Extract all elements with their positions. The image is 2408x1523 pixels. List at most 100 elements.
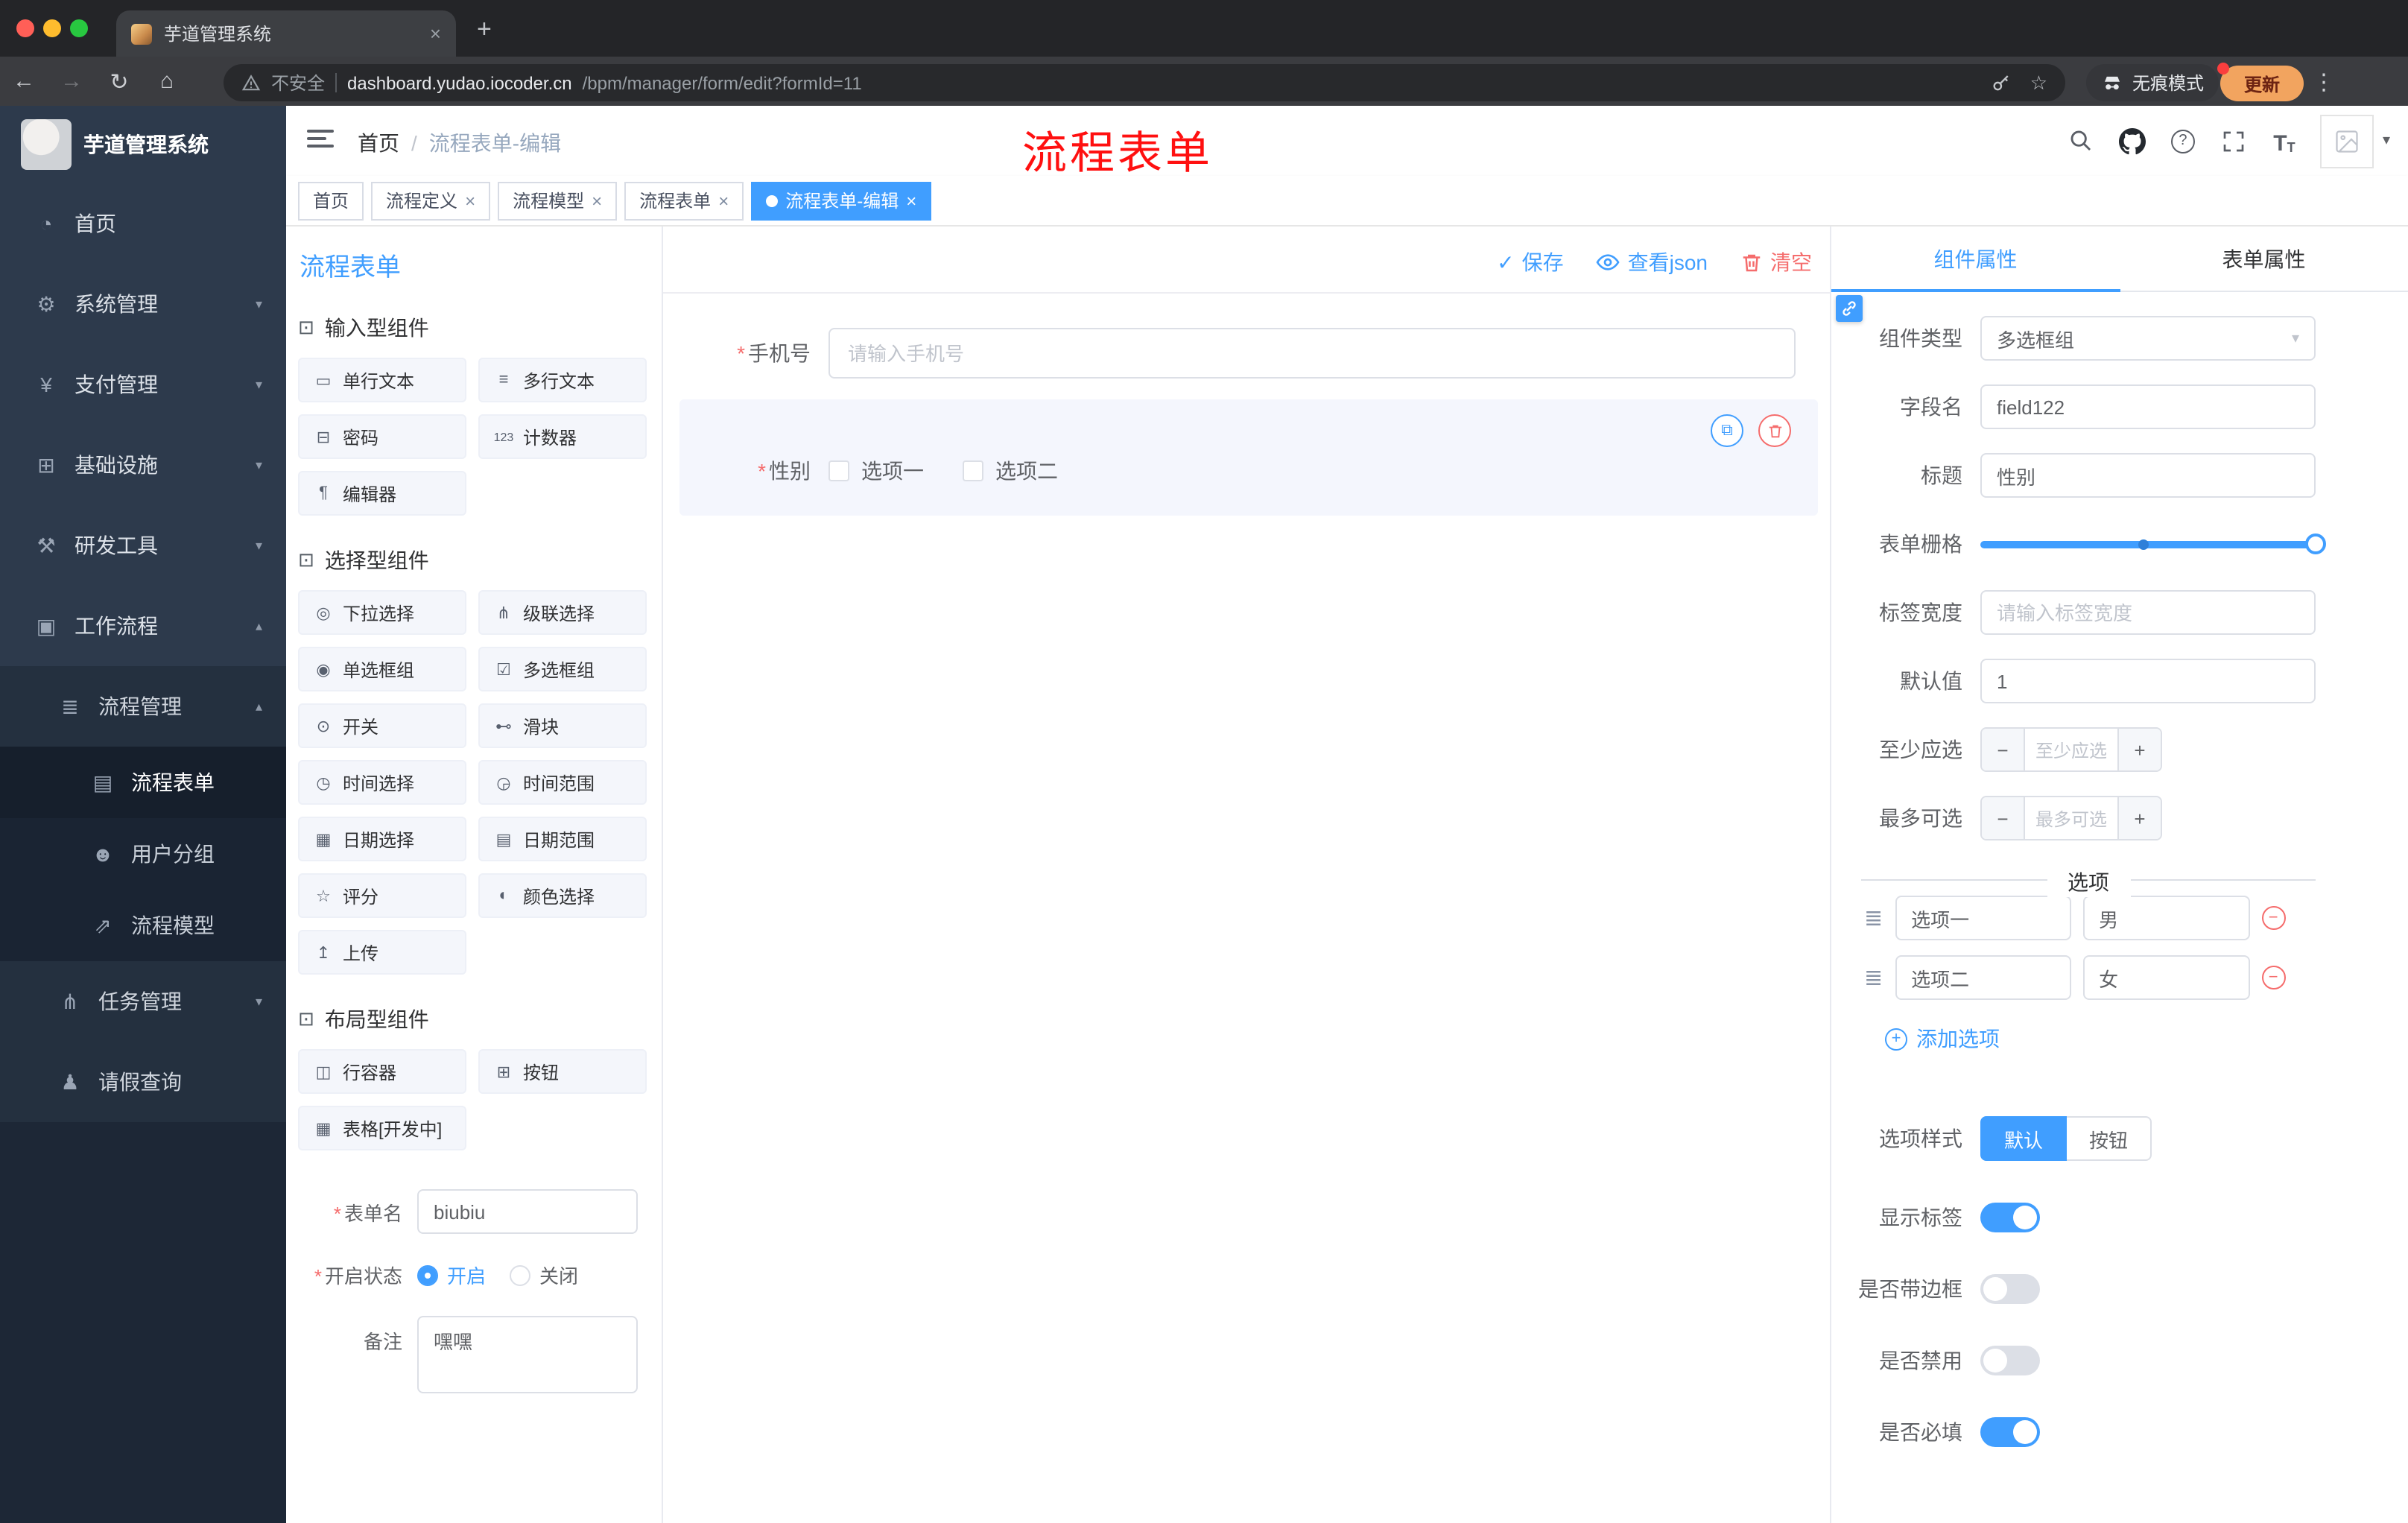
fullscreen-icon[interactable] (2219, 126, 2249, 156)
style-button-button[interactable]: 按钮 (2067, 1116, 2152, 1161)
max-select-value[interactable]: 最多可选 (2025, 797, 2117, 839)
zoom-window-button[interactable] (70, 19, 88, 37)
sidebar-logo[interactable]: 芋道管理系统 (0, 106, 286, 183)
selected-component-gender[interactable]: ⧉ * 性别 选项一 选项二 (679, 399, 1818, 516)
show-label-switch[interactable] (1980, 1203, 2040, 1232)
gender-option2-label[interactable]: 选项二 (995, 456, 1058, 486)
hamburger-icon[interactable] (307, 130, 334, 152)
min-select-value[interactable]: 至少应选 (2025, 729, 2117, 770)
update-button[interactable]: 更新 (2217, 63, 2304, 101)
palette-item-counter[interactable]: 123 计数器 (478, 414, 647, 459)
remove-option-icon[interactable]: − (2261, 906, 2286, 930)
browser-menu-icon[interactable]: ⋮ (2313, 69, 2335, 95)
palette-item-cascader[interactable]: ⋔ 级联选择 (478, 590, 647, 635)
border-switch[interactable] (1980, 1274, 2040, 1304)
close-icon[interactable]: × (592, 191, 602, 209)
palette-item-row-container[interactable]: ◫ 行容器 (298, 1049, 466, 1094)
font-size-icon[interactable]: TT (2269, 126, 2299, 156)
tab-component-props[interactable]: 组件属性 (1831, 227, 2120, 291)
sidebar-item-process-model[interactable]: ⇗ 流程模型 (0, 890, 286, 961)
sidebar-item-system[interactable]: ⚙ 系统管理 ▾ (0, 264, 286, 344)
option2-label-input[interactable] (1895, 955, 2071, 1000)
sidebar-item-payment[interactable]: ¥ 支付管理 ▾ (0, 344, 286, 425)
tag-process-definition[interactable]: 流程定义 × (371, 181, 491, 220)
status-on-label[interactable]: 开启 (447, 1261, 486, 1289)
component-type-select[interactable]: 多选框组 ▾ (1980, 316, 2316, 361)
sidebar-item-leave-query[interactable]: ♟ 请假查询 (0, 1042, 286, 1122)
user-avatar[interactable]: ▾ (2319, 114, 2390, 168)
palette-item-date-range[interactable]: ▤ 日期范围 (478, 817, 647, 861)
status-on-radio[interactable] (417, 1264, 438, 1285)
breadcrumb-home[interactable]: 首页 (358, 128, 399, 158)
status-off-label[interactable]: 关闭 (539, 1261, 578, 1289)
option1-label-input[interactable] (1895, 896, 2071, 940)
slider-track[interactable] (1980, 533, 2326, 554)
palette-item-color-picker[interactable]: ◐ 颜色选择 (478, 873, 647, 918)
github-icon[interactable] (2117, 126, 2147, 156)
option2-value-input[interactable] (2082, 955, 2250, 1000)
tag-home[interactable]: 首页 (298, 181, 364, 220)
disabled-switch[interactable] (1980, 1346, 2040, 1375)
close-icon[interactable]: × (718, 191, 729, 209)
palette-item-time-range[interactable]: ◶ 时间范围 (478, 760, 647, 805)
palette-item-rate[interactable]: ☆ 评分 (298, 873, 466, 918)
status-off-radio[interactable] (510, 1264, 531, 1285)
palette-item-time-picker[interactable]: ◷ 时间选择 (298, 760, 466, 805)
gender-option1-label[interactable]: 选项一 (861, 456, 924, 486)
palette-item-editor[interactable]: ¶ 编辑器 (298, 471, 466, 516)
close-window-button[interactable] (16, 19, 34, 37)
back-icon[interactable]: ← (0, 69, 48, 94)
grid-slider[interactable] (1980, 522, 2326, 566)
form-name-input[interactable] (417, 1189, 638, 1234)
slider-handle[interactable] (2305, 533, 2326, 554)
view-json-button[interactable]: 查看json (1597, 247, 1708, 277)
home-icon[interactable]: ⌂ (143, 69, 191, 94)
palette-item-checkbox-group[interactable]: ☑ 多选框组 (478, 647, 647, 691)
palette-item-slider[interactable]: ⊷ 滑块 (478, 703, 647, 748)
tag-process-form-edit[interactable]: 流程表单-编辑 × (751, 181, 932, 220)
link-icon[interactable] (1836, 295, 1863, 322)
decrease-button[interactable]: − (1982, 797, 2025, 839)
style-default-button[interactable]: 默认 (1980, 1116, 2068, 1161)
sidebar-item-task-mgmt[interactable]: ⋔ 任务管理 ▾ (0, 961, 286, 1042)
close-icon[interactable]: × (906, 191, 916, 209)
clear-button[interactable]: 清空 (1740, 247, 1812, 277)
add-option-button[interactable]: + 添加选项 (1885, 1024, 2408, 1054)
tab-close-icon[interactable]: × (430, 22, 441, 45)
remark-textarea[interactable]: 嘿嘿 (417, 1316, 638, 1393)
sidebar-item-infrastructure[interactable]: ⊞ 基础设施 ▾ (0, 425, 286, 505)
sidebar-item-workflow[interactable]: ▣ 工作流程 ▴ (0, 586, 286, 666)
close-icon[interactable]: × (465, 191, 475, 209)
key-icon[interactable] (1992, 72, 2012, 93)
required-switch[interactable] (1980, 1417, 2040, 1447)
sidebar-item-process-form[interactable]: ▤ 流程表单 (0, 747, 286, 818)
search-icon[interactable] (2067, 126, 2097, 156)
sidebar-item-user-group[interactable]: ☻ 用户分组 (0, 818, 286, 890)
palette-item-button[interactable]: ⊞ 按钮 (478, 1049, 647, 1094)
gender-option2-checkbox[interactable] (963, 460, 983, 481)
field-name-input[interactable] (1980, 384, 2316, 429)
sidebar-item-devtools[interactable]: ⚒ 研发工具 ▾ (0, 505, 286, 586)
increase-button[interactable]: + (2117, 797, 2161, 839)
decrease-button[interactable]: − (1982, 729, 2025, 770)
palette-item-radio-group[interactable]: ◉ 单选框组 (298, 647, 466, 691)
palette-item-switch[interactable]: ⊙ 开关 (298, 703, 466, 748)
address-bar[interactable]: 不安全 dashboard.yudao.iocoder.cn /bpm/mana… (224, 64, 2065, 101)
help-icon[interactable]: ? (2168, 126, 2198, 156)
palette-item-single-text[interactable]: ▭ 单行文本 (298, 358, 466, 402)
palette-item-password[interactable]: ⊟ 密码 (298, 414, 466, 459)
browser-tab[interactable]: 芋道管理系统 × (116, 10, 456, 57)
gender-option1-checkbox[interactable] (828, 460, 849, 481)
palette-item-upload[interactable]: ↥ 上传 (298, 930, 466, 975)
option-drag-icon[interactable]: ≣ (1864, 964, 1883, 991)
palette-item-select[interactable]: ◎ 下拉选择 (298, 590, 466, 635)
tag-process-model[interactable]: 流程模型 × (498, 181, 618, 220)
tag-process-form[interactable]: 流程表单 × (624, 181, 744, 220)
increase-button[interactable]: + (2117, 729, 2161, 770)
palette-item-table[interactable]: ▦ 表格[开发中] (298, 1106, 466, 1150)
label-width-input[interactable] (1980, 590, 2316, 635)
tab-form-props[interactable]: 表单属性 (2120, 227, 2408, 291)
sidebar-item-process-mgmt[interactable]: ≣ 流程管理 ▴ (0, 666, 286, 747)
title-input[interactable] (1980, 453, 2316, 498)
bookmark-star-icon[interactable]: ☆ (2030, 71, 2047, 95)
